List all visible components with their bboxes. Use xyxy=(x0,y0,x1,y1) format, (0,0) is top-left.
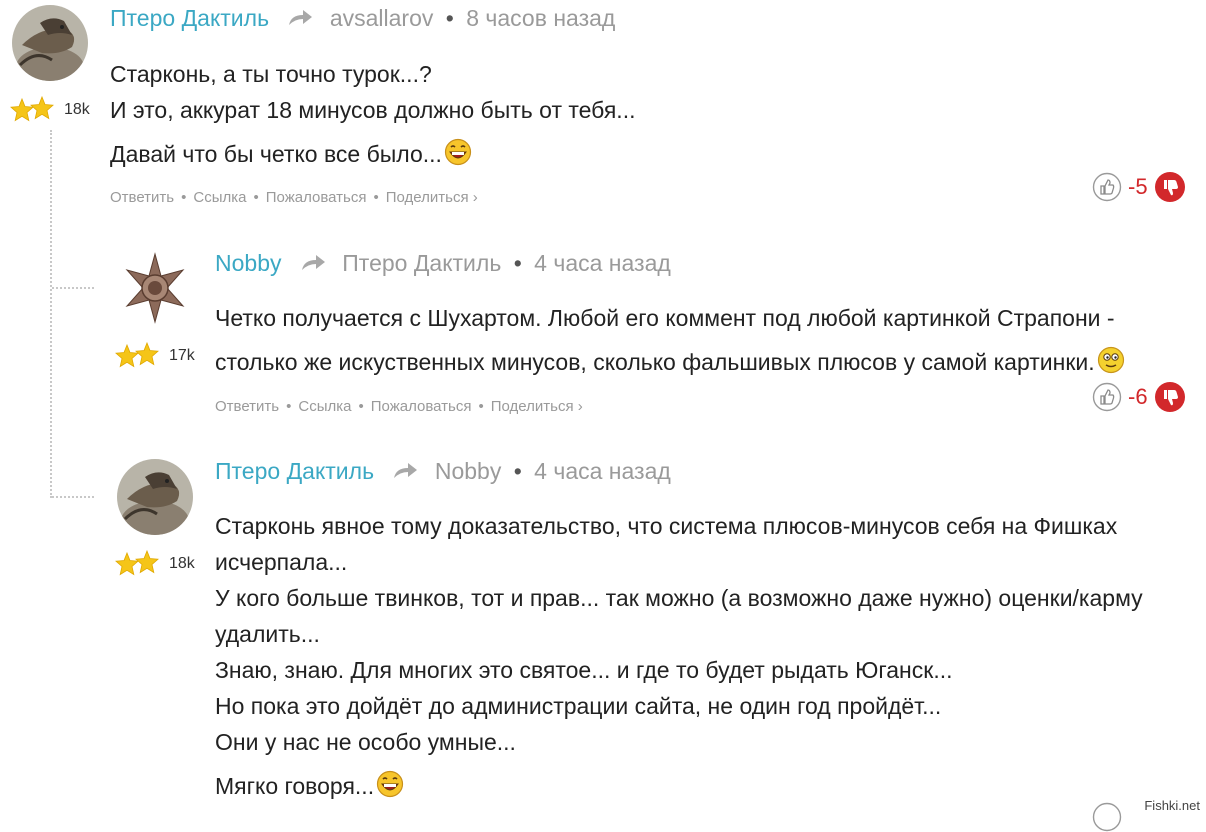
author-link[interactable]: Птеро Дактиль xyxy=(215,458,374,484)
separator-dot: • xyxy=(513,458,522,484)
comment-header: Nobby Птеро Дактиль • 4 часа назад xyxy=(215,248,671,278)
comment-actions: Ответить • Ссылка • Пожаловаться • Поделиться … xyxy=(110,189,478,206)
comment-text: Четко получается с Шухартом. Любой его к… xyxy=(215,300,1125,380)
text-line: удалить... xyxy=(215,621,320,647)
link-button[interactable]: Ссылка xyxy=(193,189,246,206)
thumb-up-icon[interactable] xyxy=(1092,382,1122,412)
separator-dot: • xyxy=(373,189,379,206)
text-line: Четко получается с Шухартом. Любой его к… xyxy=(215,305,1115,331)
laughing-smiley-icon xyxy=(376,770,404,798)
separator-dot: • xyxy=(358,398,364,415)
separator-dot: • xyxy=(286,398,292,415)
comment-3: 18k Птеро Дактиль Nobby • 4 часа назад С… xyxy=(0,444,1206,832)
separator-dot: • xyxy=(253,189,259,206)
vote-widget xyxy=(1092,802,1122,832)
comment-actions: Ответить • Ссылка • Пожаловаться • Поделиться … xyxy=(215,398,583,415)
text-line: И это, аккурат 18 минусов должно быть от… xyxy=(110,97,636,123)
karma-count: 18k xyxy=(169,555,195,572)
comment-1: 18k Птеро Дактиль avsallarov • 8 часов н… xyxy=(0,0,1206,220)
avatar[interactable] xyxy=(117,250,193,326)
text-line: Мягко говоря... xyxy=(215,773,375,799)
vote-widget: -5 xyxy=(1092,171,1186,203)
avatar[interactable] xyxy=(12,5,88,81)
comment-score: -6 xyxy=(1128,384,1148,409)
comment-text: Старконь, а ты точно турок...? И это, ак… xyxy=(110,56,635,172)
rank-badge: 18k xyxy=(115,546,195,582)
author-link[interactable]: Nobby xyxy=(215,250,281,276)
comment-header: Птеро Дактиль Nobby • 4 часа назад xyxy=(215,456,671,486)
comment-2: 17k Nobby Птеро Дактиль • 4 часа назад Ч… xyxy=(0,236,1206,426)
report-button[interactable]: Пожаловаться xyxy=(266,189,367,206)
text-line: Они у нас не особо умные... xyxy=(215,729,516,755)
timestamp[interactable]: 4 часа назад xyxy=(534,458,671,484)
separator-dot: • xyxy=(445,5,454,31)
star-rank-icon xyxy=(10,96,54,121)
comment-header: Птеро Дактиль avsallarov • 8 часов назад xyxy=(110,3,615,33)
text-line: Но пока это дойдёт до администрации сайт… xyxy=(215,693,942,719)
text-line: У кого больше твинков, тот и прав... так… xyxy=(215,585,1143,611)
timestamp[interactable]: 4 часа назад xyxy=(534,250,671,276)
text-line: Старконь, а ты точно турок...? xyxy=(110,61,432,87)
thumb-up-icon[interactable] xyxy=(1092,802,1122,832)
author-link[interactable]: Птеро Дактиль xyxy=(110,5,269,31)
text-line: исчерпала... xyxy=(215,549,348,575)
separator-dot: • xyxy=(181,189,187,206)
comment-text: Старконь явное тому доказательство, что … xyxy=(215,508,1143,804)
share-button[interactable]: Поделиться › xyxy=(491,398,583,415)
laughing-smiley-icon xyxy=(444,138,472,166)
vote-widget: -6 xyxy=(1092,381,1186,413)
karma-count: 17k xyxy=(169,347,195,364)
rank-badge: 18k xyxy=(10,92,90,128)
reply-arrow-icon xyxy=(394,462,418,478)
text-line: столько же искуственных минусов, сколько… xyxy=(215,349,1095,375)
text-line: Знаю, знаю. Для многих это святое... и г… xyxy=(215,657,953,683)
share-button[interactable]: Поделиться › xyxy=(386,189,478,206)
watermark: Fishki.net xyxy=(1144,798,1200,813)
separator-dot: • xyxy=(513,250,522,276)
thumb-up-icon[interactable] xyxy=(1092,172,1122,202)
rank-badge: 17k xyxy=(115,338,195,374)
timestamp[interactable]: 8 часов назад xyxy=(466,5,615,31)
reply-to-link[interactable]: Птеро Дактиль xyxy=(342,250,501,276)
star-rank-icon xyxy=(115,550,159,575)
thumb-down-icon[interactable] xyxy=(1154,381,1186,413)
separator-dot: • xyxy=(478,398,484,415)
reply-arrow-icon xyxy=(289,9,313,25)
avatar[interactable] xyxy=(117,459,193,535)
report-button[interactable]: Пожаловаться xyxy=(371,398,472,415)
reply-to-link[interactable]: avsallarov xyxy=(330,5,434,31)
reply-button[interactable]: Ответить xyxy=(110,189,174,206)
wink-smiley-icon xyxy=(1097,346,1124,374)
star-rank-icon xyxy=(115,342,159,367)
reply-to-link[interactable]: Nobby xyxy=(435,458,501,484)
text-line: Давай что бы четко все было... xyxy=(110,141,442,167)
comment-score: -5 xyxy=(1128,174,1148,199)
text-line: Старконь явное тому доказательство, что … xyxy=(215,513,1118,539)
thumb-down-icon[interactable] xyxy=(1154,171,1186,203)
reply-button[interactable]: Ответить xyxy=(215,398,279,415)
link-button[interactable]: Ссылка xyxy=(298,398,351,415)
karma-count: 18k xyxy=(64,101,90,118)
reply-arrow-icon xyxy=(301,254,325,270)
